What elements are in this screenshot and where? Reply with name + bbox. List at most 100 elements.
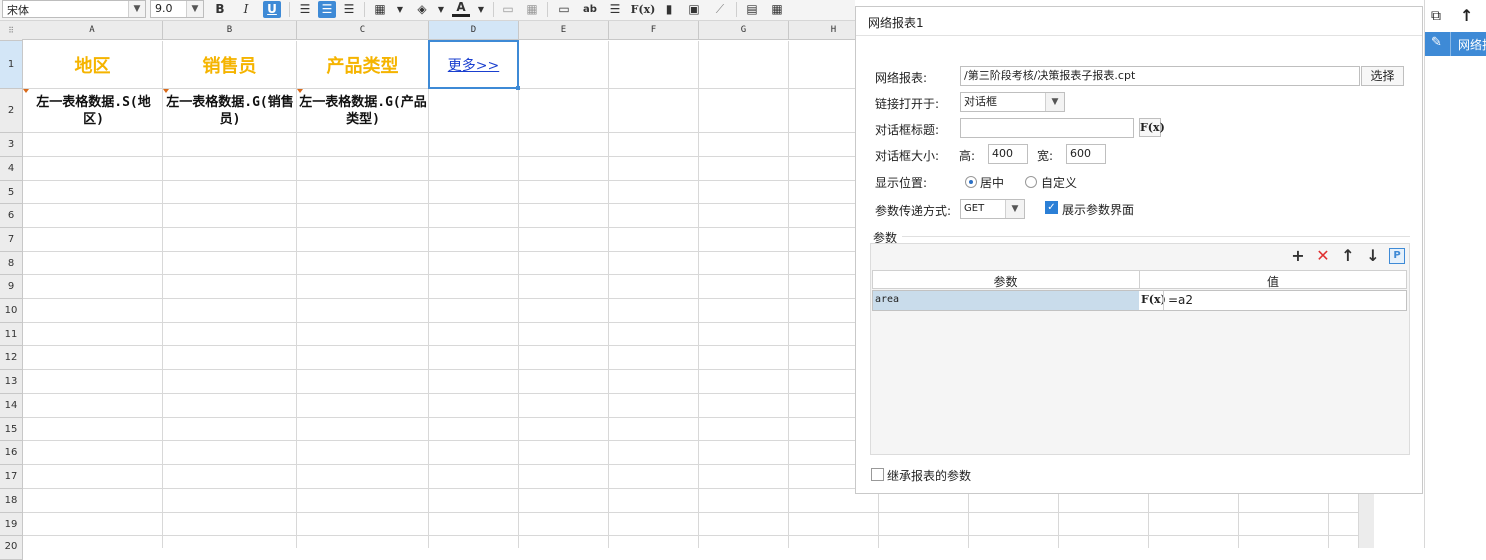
inherit-params-label: 继承报表的参数 [887, 469, 972, 483]
column-header-c[interactable]: C [297, 21, 429, 40]
slash-icon[interactable]: ⟋ [711, 1, 729, 18]
row-header-10[interactable]: 10 [0, 299, 23, 323]
column-header-e[interactable]: E [519, 21, 609, 40]
height-input[interactable]: 400 [988, 144, 1028, 164]
align-left-icon[interactable]: ☰ [296, 1, 314, 18]
width-label: 宽: [1037, 149, 1054, 163]
cell-c1[interactable]: 产品类型 [297, 41, 428, 88]
row-header-15[interactable]: 15 [0, 418, 23, 441]
text-cell-button[interactable]: ab [581, 1, 599, 18]
add-icon[interactable]: + [1289, 247, 1307, 265]
row-header-7[interactable]: 7 [0, 228, 23, 252]
hyperlink-panel: 网络报表1 网络报表: /第三阶段考核/决策报表子报表.cpt 选择 链接打开于… [855, 6, 1423, 494]
row-header-8[interactable]: 8 [0, 252, 23, 275]
row-header-16[interactable]: 16 [0, 441, 23, 465]
column-header-a[interactable]: A [22, 21, 163, 40]
param-name-cell[interactable]: area [873, 291, 1139, 310]
row-header-9[interactable]: 9 [0, 275, 23, 299]
arrow-up-icon[interactable]: ↑ [1460, 6, 1473, 25]
chevron-down-icon[interactable]: ▼ [472, 1, 490, 18]
insert-row-icon[interactable]: ▭ [555, 1, 573, 18]
move-down-icon[interactable]: ↓ [1364, 247, 1382, 265]
grid-line [518, 41, 519, 548]
cell-a2[interactable]: 左一表格数据.S(地区) [27, 89, 160, 132]
cell-a1[interactable]: 地区 [23, 41, 162, 88]
row-header-3[interactable]: 3 [0, 133, 23, 157]
cell-b2[interactable]: 左一表格数据.G(销售员) [165, 89, 295, 132]
row-header-18[interactable]: 18 [0, 489, 23, 513]
inherit-params-checkbox[interactable] [871, 468, 884, 481]
open-in-select[interactable]: 对话框 ▼ [960, 92, 1065, 112]
italic-button[interactable]: I [237, 1, 255, 18]
copy-icon[interactable]: ⧉ [1431, 8, 1441, 24]
border-icon[interactable]: ▦ [371, 1, 389, 18]
underline-button[interactable]: U [263, 1, 281, 18]
toolbar-divider [547, 2, 548, 17]
row-header-17[interactable]: 17 [0, 465, 23, 489]
row-header-13[interactable]: 13 [0, 370, 23, 394]
table-row[interactable]: area F(x) =a2 [872, 290, 1407, 311]
chevron-down-icon: ▼ [1005, 200, 1024, 218]
row-header-5[interactable]: 5 [0, 181, 23, 204]
row-header-2[interactable]: 2 [0, 89, 23, 133]
cell-c2[interactable]: 左一表格数据.G(产品类型) [299, 89, 427, 132]
param-value-cell[interactable]: =a2 [1163, 291, 1407, 310]
choose-button[interactable]: 选择 [1361, 66, 1404, 86]
row-header-4[interactable]: 4 [0, 157, 23, 181]
list-item-selected[interactable]: ✎ 网络报 [1425, 32, 1486, 56]
font-size-select[interactable]: 9.0 ▼ [150, 0, 204, 18]
position-custom-radio[interactable] [1025, 176, 1037, 188]
list-item-label: 网络报 [1458, 38, 1486, 52]
position-label: 显示位置: [875, 176, 928, 190]
text-color-button[interactable]: A [452, 1, 470, 17]
table-icon[interactable]: ▦ [768, 1, 786, 18]
param-mode-select[interactable]: GET ▼ [960, 199, 1025, 219]
row-header-14[interactable]: 14 [0, 394, 23, 418]
cell-d1-selected[interactable]: 更多>> [428, 40, 519, 89]
show-param-ui-checkbox[interactable]: ✓ [1045, 201, 1058, 214]
row-header-1[interactable]: 1 [0, 41, 23, 89]
row-header-12[interactable]: 12 [0, 346, 23, 370]
dialog-title-input[interactable] [960, 118, 1134, 138]
font-family-select[interactable]: 宋体 ▼ [2, 0, 146, 18]
more-link[interactable]: 更多>> [448, 55, 499, 75]
move-up-icon[interactable]: ↑ [1339, 247, 1357, 265]
bold-button[interactable]: B [211, 1, 229, 18]
width-input[interactable]: 600 [1066, 144, 1106, 164]
row-header-11[interactable]: 11 [0, 323, 23, 346]
delete-icon[interactable]: ✕ [1314, 247, 1332, 265]
chevron-down-icon[interactable]: ▼ [391, 1, 409, 18]
chart-icon[interactable]: ▮ [660, 1, 678, 18]
selection-handle[interactable] [516, 86, 520, 90]
cell-b1[interactable]: 销售员 [163, 41, 296, 88]
chevron-down-icon[interactable]: ▼ [432, 1, 450, 18]
sub-report-icon[interactable]: ▤ [743, 1, 761, 18]
fill-color-icon[interactable]: ◈ [413, 1, 431, 18]
row-header-19[interactable]: 19 [0, 513, 23, 536]
dialog-title-label: 对话框标题: [875, 123, 940, 137]
formula-button[interactable]: F(x) [1141, 291, 1166, 310]
unmerge-cells-icon[interactable]: ▦ [523, 1, 541, 18]
edit-icon: ✎ [1431, 35, 1442, 50]
align-right-icon[interactable]: ☰ [340, 1, 358, 18]
rich-text-icon[interactable]: ☰ [606, 1, 624, 18]
merge-cells-icon[interactable]: ▭ [499, 1, 517, 18]
column-header-b[interactable]: B [163, 21, 297, 40]
grid-corner[interactable]: ⠿ [0, 21, 23, 41]
row-header-20[interactable]: 20 [0, 536, 23, 560]
column-header-f[interactable]: F [609, 21, 699, 40]
toolbar: 宋体 ▼ 9.0 ▼ B I U ☰ ☰ ☰ ▦ ▼ ◈ ▼ A ▼ ▭ ▦ ▭… [0, 0, 855, 21]
toolbar-divider [364, 2, 365, 17]
image-icon[interactable]: ▣ [685, 1, 703, 18]
params-col-value: 值 [1266, 275, 1279, 289]
row-header-6[interactable]: 6 [0, 204, 23, 228]
param-p-icon[interactable]: P [1389, 248, 1405, 264]
formula-button[interactable]: F(x) [1139, 118, 1165, 137]
column-header-d[interactable]: D [429, 21, 519, 40]
column-header-g[interactable]: G [699, 21, 789, 40]
panel-title: 网络报表1 [868, 16, 924, 30]
report-path-input[interactable]: /第三阶段考核/决策报表子报表.cpt [960, 66, 1360, 86]
formula-button[interactable]: F(x) [630, 1, 656, 18]
position-center-radio[interactable] [965, 176, 977, 188]
align-center-icon[interactable]: ☰ [318, 1, 336, 18]
